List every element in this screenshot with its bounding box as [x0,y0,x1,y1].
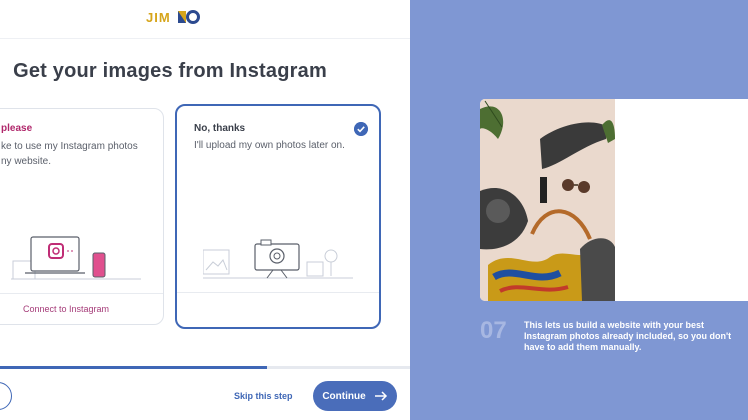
header-divider [0,38,410,39]
skip-step-link[interactable]: Skip this step [234,391,293,401]
option-card-connect-instagram[interactable]: please ke to use my Instagram photos ny … [0,108,164,325]
continue-label: Continue [322,390,366,402]
flatlay-photo [480,99,615,301]
back-button[interactable] [0,382,12,410]
instagram-laptop-illustration [11,236,141,280]
tour-step-number: 07 [480,317,507,344]
option-title: please [1,123,33,134]
card-divider [177,292,379,293]
arrow-right-icon [374,391,387,401]
connect-instagram-link[interactable]: Connect to Instagram [23,304,109,314]
tour-step-text: This lets us build a website with your b… [524,320,732,352]
jimdo-logo: JIM [146,10,200,25]
continue-button[interactable]: Continue [313,381,397,411]
tour-panel [410,0,748,420]
option-description: ke to use my Instagram photos ny website… [1,141,138,167]
camera-illustration [203,239,353,279]
option-title: No, thanks [194,123,246,134]
check-icon [354,122,368,136]
website-preview [480,99,748,301]
page-title: Get your images from Instagram [13,60,327,82]
wizard-panel: JIM Get your images from Instagram pleas… [0,0,410,420]
progress-bar [0,366,410,369]
svg-text:JIM: JIM [146,10,171,25]
progress-fill [0,366,267,369]
option-card-no-thanks[interactable]: No, thanks I'll upload my own photos lat… [175,104,381,329]
card-divider [0,293,163,294]
option-description: I'll upload my own photos later on. [194,140,345,151]
